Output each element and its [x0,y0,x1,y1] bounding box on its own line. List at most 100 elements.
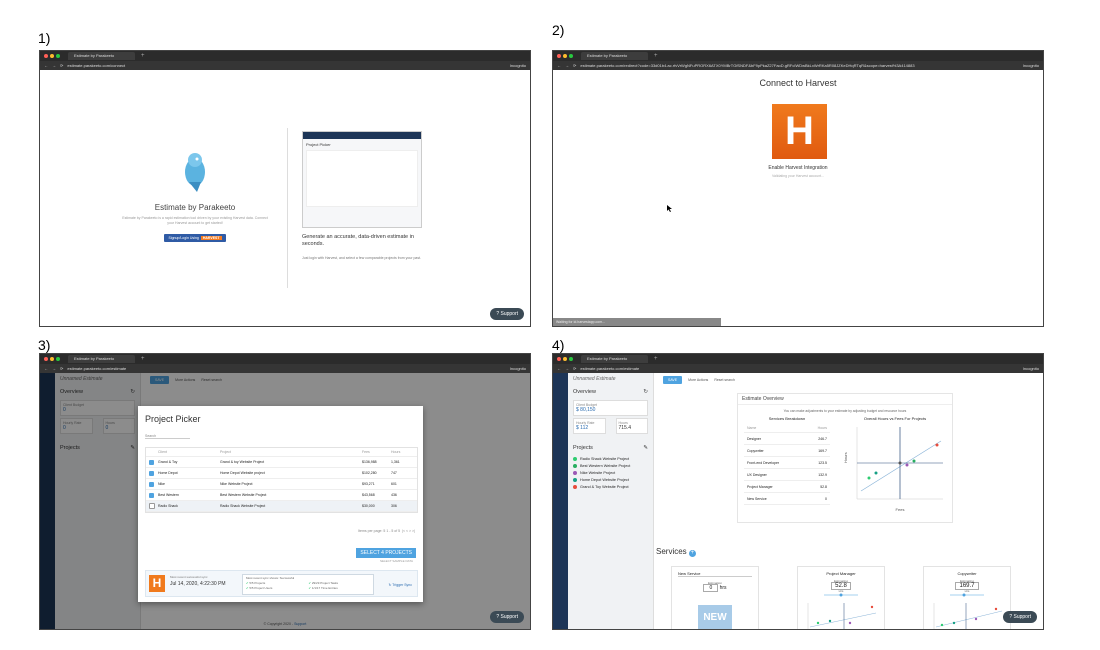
app-description: Estimate by Parakeeto is a rapid estimat… [122,216,268,225]
reload-icon[interactable]: ⟳ [573,63,576,68]
support-button[interactable]: ? Support [1003,611,1037,623]
back-icon[interactable]: ← [44,63,48,68]
table-row: New Service 0 [744,493,830,505]
headline: Generate an accurate, data-driven estima… [302,234,414,247]
support-button[interactable]: ? Support [490,308,524,320]
project-list-item[interactable]: Nike Website Project [568,469,653,476]
last-sync-label: Most recent successful sync [170,575,208,579]
table-row: UX Designer 132.9 [744,469,830,481]
hourly-rate-field[interactable]: Hourly Rate $ 112 [573,418,606,434]
more-actions-button[interactable]: More Actions [688,378,708,382]
data-point [905,463,909,467]
back-icon[interactable]: ← [557,366,561,371]
harvest-logo-icon: H [149,575,165,592]
table-row[interactable]: Home Depot Home Depot Website project $102… [146,468,417,479]
reset-search-link[interactable]: Reset search [714,378,735,382]
new-tab-icon[interactable]: + [654,356,658,362]
enable-harvest-label: Enable Harvest Integration [768,165,828,171]
browser-tab[interactable]: Estimate by Parakeeto [581,355,648,363]
projects-heading: Projects [573,445,593,451]
data-point [898,461,902,465]
harvest-login-button[interactable]: Signup/Login Using HARVEST [164,234,226,242]
data-point [867,476,871,480]
validating-text: Validating your Harvest account... [771,174,825,178]
project-list-item[interactable]: Home Depot Website Project [568,476,653,483]
browser-tab[interactable]: Estimate by Parakeeto [581,52,648,60]
table-row[interactable]: Best Western Best Western Website Project… [146,490,417,501]
forward-icon[interactable]: → [565,63,569,68]
refresh-icon[interactable]: ↻ [643,389,648,395]
checkbox-checked-icon [149,481,154,487]
hours-vs-fees-chart: Overall Hours vs Fees For Projects Fees … [843,416,947,518]
back-icon[interactable]: ← [557,63,561,68]
url-field[interactable]: estimate.parakeeto.com/estimate [580,366,1018,371]
table-row[interactable]: Radio Shack Radio Shack Website Project $3… [146,501,417,512]
browser-tab[interactable]: Estimate by Parakeeto [68,52,135,60]
incognito-label: Incognito [1022,366,1039,371]
add-service-icon[interactable]: + [688,550,696,557]
new-tab-icon[interactable]: + [141,53,145,59]
save-button[interactable]: SAVE [663,376,683,384]
address-bar: ← → ⟳ estimate.parakeeto.com/connect Incog… [40,61,530,70]
harvest-logo-icon: H [772,104,827,159]
url-field[interactable]: estimate.parakeeto.com/estimate [67,366,505,371]
cursor-icon [667,205,672,212]
select-projects-button[interactable]: SELECT 4 PROJECTS [356,548,416,558]
pagination[interactable]: Items per page: 5 1 - 5 of 5 |< < > >| [358,529,415,533]
service-card-new[interactable]: New Service Estimation 0 hrs NEW [671,566,759,629]
table-row[interactable]: Nike Nike Website Project $93,271 601 [146,479,417,490]
screenshot-project-picker: Estimate by Parakeeto + ← → ⟳ estimate.par… [39,353,531,630]
url-field[interactable]: estimate.parakeeto.com/connect [67,63,505,68]
reload-icon[interactable]: ⟳ [60,63,63,68]
checkbox-checked-icon [149,470,154,476]
table-row[interactable]: Grand & Toy Grand & toy Website Project $1… [146,457,417,468]
support-button[interactable]: ? Support [490,611,524,623]
incognito-label: Incognito [509,366,526,371]
service-card-project-manager[interactable]: Project Manager Estimating 52.8 Hrs [797,566,885,629]
project-list-item[interactable]: Grand & Toy Website Project [568,483,653,490]
incognito-label: Incognito [1022,63,1039,68]
project-name: Nike Website Project [580,470,616,475]
new-tab-icon[interactable]: + [141,356,145,362]
project-picker-modal: Project Picker Search Client Project Fees H… [138,406,423,602]
service-card-copywriter[interactable]: Copywriter Estimating 169.7 Hrs [923,566,1011,629]
modal-title: Project Picker [145,414,201,424]
edit-projects-icon[interactable]: ✎ [643,445,648,451]
search-input[interactable]: Search [145,434,190,439]
reload-icon[interactable]: ⟳ [60,366,63,371]
screenshot-connect: Estimate by Parakeeto + ← → ⟳ estimate.par… [39,50,531,327]
reload-icon[interactable]: ⟳ [573,366,576,371]
y-axis-label: Hours [843,452,848,463]
forward-icon[interactable]: → [565,366,569,371]
forward-icon[interactable]: → [52,366,56,371]
table-row: Project Manager 52.8 [744,481,830,493]
select-sample-data-link[interactable]: SELECT SAMPLE DATA [380,559,413,563]
client-budget-field[interactable]: Client Budget $ 80,150 [573,400,648,416]
project-color-dot-icon [573,477,577,482]
estimate-overview-note: You can make adjustments to your estimat… [783,409,907,413]
sidebar: Unnamed Estimate Overview ↻ Client Budget… [568,373,654,629]
last-sync-date: Jul 14, 2020, 4:22:30 PM [170,581,226,587]
checkbox-checked-icon [149,459,154,465]
forward-icon[interactable]: → [52,63,56,68]
new-tab-icon[interactable]: + [654,53,658,59]
browser-tab[interactable]: Estimate by Parakeeto [68,355,135,363]
app-title: Estimate by Parakeeto [154,203,236,212]
project-list-item[interactable]: Best Western Website Project [568,462,653,469]
table-row: Copywriter 169.7 [744,445,830,457]
data-point [874,471,878,475]
scatter-plot: Fees Hours [843,427,943,512]
back-icon[interactable]: ← [44,366,48,371]
url-field[interactable]: estimate.parakeeto.com/redirect?code=33d… [580,63,1018,68]
divider [287,128,288,288]
new-badge: NEW [698,605,732,629]
project-color-dot-icon [573,463,577,468]
x-axis-label: Fees [896,507,905,512]
estimate-name[interactable]: Unnamed Estimate [568,373,653,385]
estimate-overview-panel: Estimate Overview You can make adjustmen… [737,393,953,523]
projects-table: Client Project Fees Hours Grand & Toy Grand … [145,447,418,513]
trigger-sync-link[interactable]: ↻ Trigger Sync [388,583,412,587]
project-list-item[interactable]: Radio Shack Website Project [568,455,653,462]
estimate-overview-title: Estimate Overview [738,394,952,405]
hours-field[interactable]: Hours 715.4 [615,418,648,434]
